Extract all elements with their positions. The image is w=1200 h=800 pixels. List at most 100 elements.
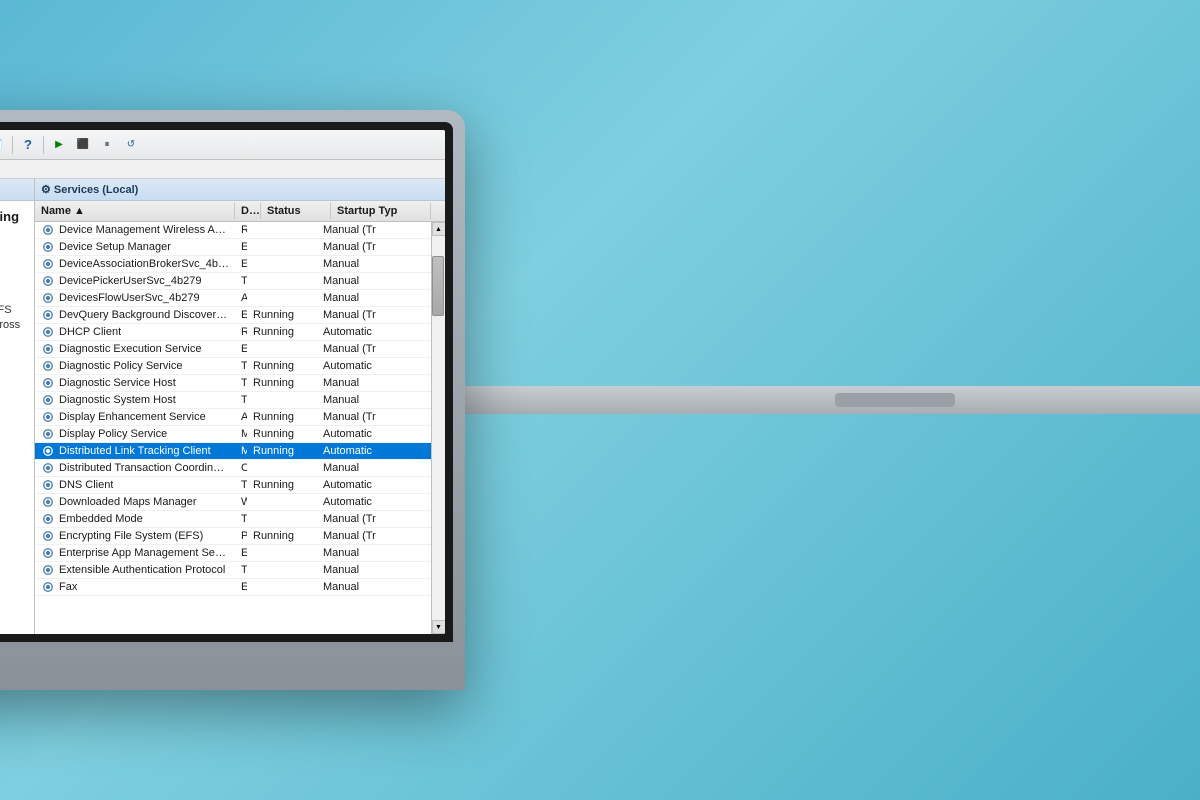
cell-startup: Manual — [317, 256, 417, 272]
cell-status — [247, 222, 317, 238]
cell-startup: Manual — [317, 273, 417, 289]
service-name-text: DevQuery Background Discovery Broker — [59, 309, 229, 321]
table-row[interactable]: DHCP ClientRegisters an...RunningAutomat… — [35, 324, 431, 341]
cell-startup: Automatic — [317, 324, 417, 340]
service-icon — [41, 529, 55, 543]
cell-name: DevicesFlowUserSvc_4b279 — [35, 290, 235, 306]
table-body: Device Management Wireless Applicati...R… — [35, 222, 431, 634]
table-row[interactable]: Embedded ModeThe Embedde...Manual (Tr — [35, 511, 431, 528]
cell-startup: Manual (Tr — [317, 222, 417, 238]
scroll-down-arrow[interactable]: ▼ — [432, 620, 446, 634]
cell-name: Diagnostic Service Host — [35, 375, 235, 391]
table-row[interactable]: DevicePickerUserSvc_4b279This user ser..… — [35, 273, 431, 290]
col-status[interactable]: Status — [261, 203, 331, 219]
table-row[interactable]: DevicesFlowUserSvc_4b279 Allows Conn... Ma… — [35, 290, 431, 307]
description-label: Description: — [0, 287, 26, 299]
right-panel-header-text: Services (Local) — [54, 184, 138, 196]
start-service-button[interactable]: ▶ — [48, 134, 70, 156]
table-row[interactable]: Distributed Link Tracking Client Maintain… — [35, 443, 431, 460]
cell-status — [247, 511, 317, 527]
service-name-text: Fax — [59, 581, 77, 593]
cell-description: The DNS Cli... — [235, 477, 247, 493]
cell-description: A service for ... — [235, 409, 247, 425]
cell-description: Executes dia... — [235, 341, 247, 357]
scrollbar-track[interactable]: ▲ ▼ — [431, 222, 445, 634]
service-name-text: Distributed Transaction Coordinator — [59, 462, 229, 474]
scrollbar-area — [432, 236, 445, 620]
table-row[interactable]: Device Setup ManagerEnables the ...Manua… — [35, 239, 431, 256]
service-name-text: Distributed Link Tracking Client — [59, 445, 211, 457]
laptop-base — [425, 386, 1200, 414]
table-row[interactable]: Display Policy ServiceManages th...Runni… — [35, 426, 431, 443]
service-name-text: DeviceAssociationBrokerSvc_4b279 — [59, 258, 229, 270]
cell-name: Display Enhancement Service — [35, 409, 235, 425]
cell-description: Allows Conn... — [235, 290, 247, 306]
screen-bezel: ◀ ▶ ⊞ 📋 🔒 📄 ? ▶ ⬛ ⏸ ↺ ⚙ — [0, 122, 453, 642]
cell-description: The Diagnos... — [235, 375, 247, 391]
service-name-text: DevicePickerUserSvc_4b279 — [59, 275, 201, 287]
col-name[interactable]: Name ▲ — [35, 203, 235, 219]
table-row[interactable]: Encrypting File System (EFS)Provides the… — [35, 528, 431, 545]
service-icon — [41, 291, 55, 305]
restart-link[interactable]: Restart the service — [0, 265, 26, 277]
export-button[interactable]: 📄 — [0, 134, 8, 156]
stop-link[interactable]: Stop the service — [0, 251, 26, 263]
scrollbar-thumb[interactable] — [432, 256, 444, 316]
cell-status — [247, 562, 317, 578]
col-description[interactable]: Description — [235, 203, 261, 219]
cell-description: Routes Wirel... — [235, 222, 247, 238]
cell-status: Running — [247, 375, 317, 391]
table-row[interactable]: Diagnostic System HostThe Diagnos...Manu… — [35, 392, 431, 409]
service-name-text: Display Policy Service — [59, 428, 167, 440]
selected-service-name: Distributed Link Tracking Client — [0, 209, 26, 243]
pause-service-button[interactable]: ⏸ — [96, 134, 118, 156]
cell-startup: Manual (Tr — [317, 239, 417, 255]
col-startup[interactable]: Startup Typ — [331, 203, 431, 219]
cell-description: The Extensib... — [235, 562, 247, 578]
table-row[interactable]: Enterprise App Management ServiceEnables… — [35, 545, 431, 562]
table-row[interactable]: Extensible Authentication Protocol The Ex… — [35, 562, 431, 579]
cell-description: Enables the ... — [235, 239, 247, 255]
restart-service-button[interactable]: ↺ — [120, 134, 142, 156]
service-name-text: Diagnostic Policy Service — [59, 360, 183, 372]
cell-description: Enables app... — [235, 307, 247, 323]
table-row[interactable]: Device Management Wireless Applicati...R… — [35, 222, 431, 239]
cell-description: Maintains li... — [235, 443, 247, 459]
cell-startup: Automatic — [317, 443, 417, 459]
table-row[interactable]: Diagnostic Execution ServiceExecutes dia… — [35, 341, 431, 358]
toolbar-separator-3 — [43, 136, 44, 154]
stop-service-button[interactable]: ⬛ — [72, 134, 94, 156]
cell-startup: Manual (Tr — [317, 409, 417, 425]
service-icon — [41, 376, 55, 390]
service-name-text: Display Enhancement Service — [59, 411, 206, 423]
table-row[interactable]: Distributed Transaction CoordinatorCoord… — [35, 460, 431, 477]
laptop-base-wrapper — [465, 386, 1200, 414]
cell-name: Extensible Authentication Protocol — [35, 562, 235, 578]
scroll-up-arrow[interactable]: ▲ — [432, 222, 446, 236]
service-icon — [41, 427, 55, 441]
cell-startup: Manual — [317, 290, 417, 306]
cell-status — [247, 290, 317, 306]
cell-status: Running — [247, 358, 317, 374]
cell-name: Embedded Mode — [35, 511, 235, 527]
table-row[interactable]: DeviceAssociationBrokerSvc_4b279Enables … — [35, 256, 431, 273]
table-row[interactable]: FaxEnables you ...Manual — [35, 579, 431, 596]
cell-description: Enables you ... — [235, 579, 247, 595]
table-row[interactable]: Display Enhancement Service A service for… — [35, 409, 431, 426]
help-button[interactable]: ? — [17, 134, 39, 156]
service-icon — [41, 393, 55, 407]
table-row[interactable]: DNS ClientThe DNS Cli...RunningAutomatic — [35, 477, 431, 494]
cell-description: The Diagnos... — [235, 392, 247, 408]
table-row[interactable]: DevQuery Background Discovery Broker Enab… — [35, 307, 431, 324]
table-row[interactable]: Downloaded Maps ManagerWindows ser...Aut… — [35, 494, 431, 511]
table-row[interactable]: Diagnostic Policy ServiceThe Diagnos...R… — [35, 358, 431, 375]
cell-startup: Manual — [317, 562, 417, 578]
service-name-text: DevicesFlowUserSvc_4b279 — [59, 292, 200, 304]
service-icon — [41, 495, 55, 509]
cell-status: Running — [247, 477, 317, 493]
table-row[interactable]: Diagnostic Service HostThe Diagnos...Run… — [35, 375, 431, 392]
service-name-text: Diagnostic System Host — [59, 394, 176, 406]
cell-startup: Automatic — [317, 358, 417, 374]
service-name-text: Extensible Authentication Protocol — [59, 564, 225, 576]
service-icon — [41, 257, 55, 271]
